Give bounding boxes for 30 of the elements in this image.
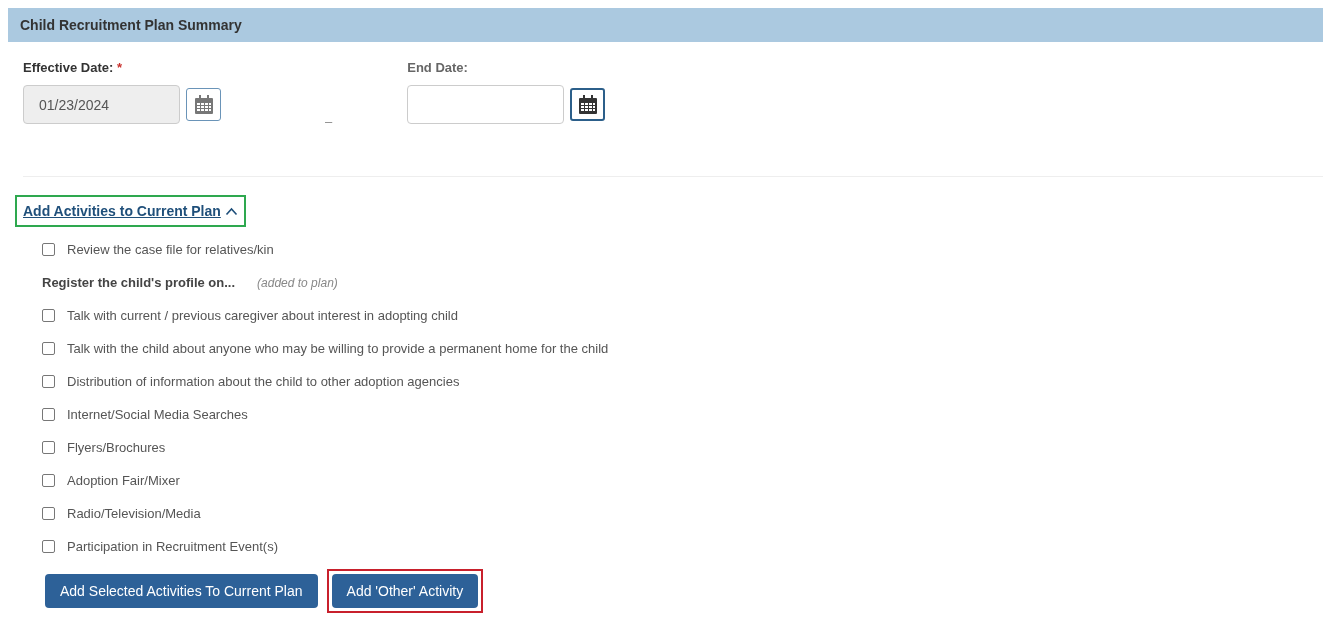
checkbox[interactable] [42,309,55,322]
activity-checkbox[interactable]: Review the case file for relatives/kin [42,233,1323,266]
activity-checkbox[interactable]: Distribution of information about the child to other adoption agencies [42,365,1323,398]
action-button[interactable]: Add 'Other' Activity [331,574,479,608]
checkbox[interactable] [42,474,55,487]
panel-title: Child Recruitment Plan Summary [20,17,242,33]
activity-checkbox[interactable]: Talk with the child about anyone who may be willing to provide a permanent home for the child [42,332,1323,365]
checkbox[interactable] [42,375,55,388]
end-date-field[interactable] [407,85,565,124]
checkbox[interactable] [42,540,55,553]
effective-date-label: Effective Date: * [23,60,123,75]
group-heading: Register the child's profile on... [42,275,236,290]
activity-checkbox[interactable]: Flyers/Brochures [42,431,1323,464]
calendar-icon[interactable] [570,88,606,121]
checkbox[interactable] [42,507,55,520]
section-toggle-link[interactable]: Add Activities to Current Plan [15,195,246,227]
activity-checkbox[interactable]: Internet/Social Media Searches [42,398,1323,431]
chevron-up-icon [224,206,238,216]
checkbox[interactable] [42,441,55,454]
activity-checkbox[interactable]: Participation in Recruitment Event(s) [42,530,1323,563]
activity-checkbox[interactable]: Talk with current / previous caregiver about interest in adopting child [42,299,1323,332]
checkbox[interactable] [42,243,55,256]
checkbox[interactable] [42,342,55,355]
checkbox[interactable] [42,408,55,421]
group-note: (added to plan) [257,275,338,290]
action-button[interactable]: Add Selected Activities To Current Plan [45,574,318,608]
date-separator: – [325,114,333,129]
activity-checkbox[interactable]: Radio/Television/Media [42,497,1323,530]
activity-checkbox[interactable]: Adoption Fair/Mixer [42,464,1323,497]
end-date-label: End Date: [407,60,469,75]
